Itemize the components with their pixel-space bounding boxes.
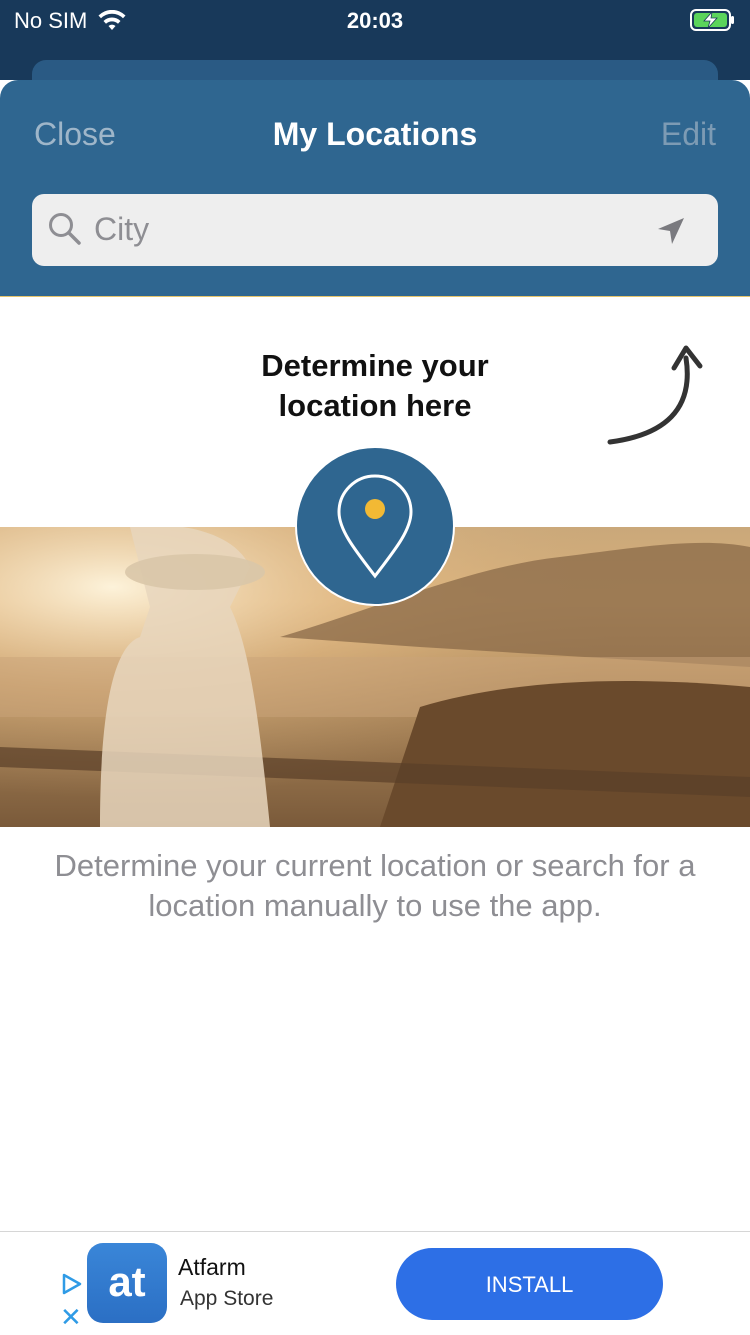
edit-button[interactable]: Edit <box>661 116 716 153</box>
search-input[interactable]: City <box>32 194 718 266</box>
description-text: Determine your current location or searc… <box>54 848 696 923</box>
hint-line-1: Determine your <box>261 348 489 383</box>
ad-choices-icon[interactable] <box>60 1272 84 1296</box>
location-hint: Determine your location here <box>175 346 575 426</box>
ad-banner: ✕ at Atfarm App Store INSTALL <box>0 1231 750 1335</box>
page-title: My Locations <box>272 116 478 152</box>
ad-close-icon[interactable]: ✕ <box>60 1304 82 1330</box>
battery-icon <box>690 8 736 37</box>
hint-line-2: location here <box>278 388 472 423</box>
install-button[interactable]: INSTALL <box>396 1248 663 1320</box>
ad-store-label: App Store <box>180 1287 274 1310</box>
location-arrow-icon[interactable] <box>656 216 686 246</box>
search-placeholder: City <box>94 211 150 247</box>
map-pin-icon <box>337 474 413 579</box>
header: Close My Locations Edit City <box>0 80 750 297</box>
ad-app-name: Atfarm <box>178 1254 246 1280</box>
status-time: 20:03 <box>346 8 404 33</box>
curved-arrow-icon <box>607 345 703 445</box>
search-icon <box>49 213 81 245</box>
app-icon[interactable]: at <box>87 1243 167 1323</box>
location-pin-badge[interactable] <box>295 446 455 606</box>
